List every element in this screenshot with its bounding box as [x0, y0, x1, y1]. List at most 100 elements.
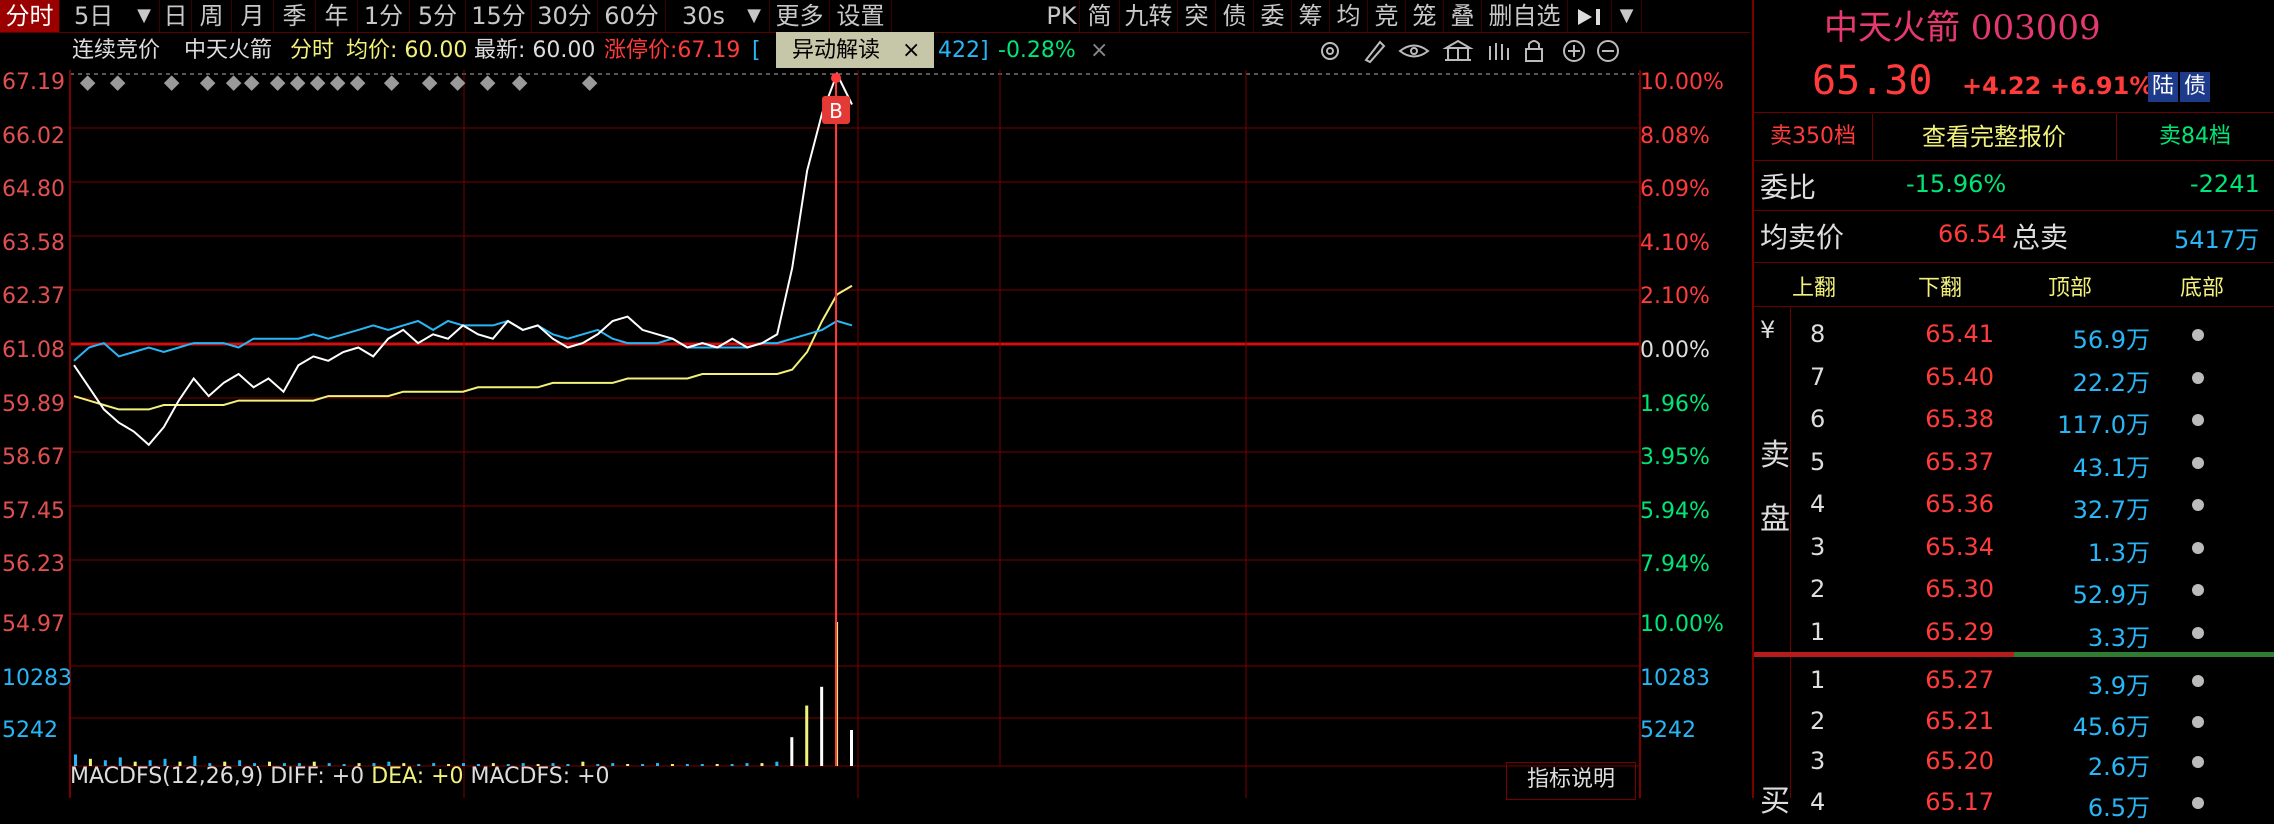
top-button[interactable]: 顶部 [2048, 270, 2092, 302]
ask-row[interactable]: 8 65.41 56.9万 [1790, 314, 2274, 356]
tab-30min[interactable]: 30分 [532, 0, 598, 32]
dot-icon[interactable] [2192, 329, 2204, 341]
tab-15min[interactable]: 15分 [466, 0, 532, 32]
limit-up-readout: 涨停价:67.19 [604, 38, 741, 63]
simple-button[interactable]: 简 [1080, 0, 1120, 32]
close-icon[interactable]: × [1090, 32, 1108, 70]
event-diamond-icon[interactable] [269, 75, 286, 91]
chou-button[interactable]: 筹 [1292, 0, 1330, 32]
close-icon[interactable]: × [902, 32, 920, 70]
dot-icon[interactable] [2192, 626, 2204, 639]
event-diamond-icon[interactable] [309, 75, 326, 91]
overlay-button[interactable]: 叠 [1444, 0, 1482, 32]
tu-button[interactable]: 突 [1178, 0, 1216, 32]
long-button[interactable]: 笼 [1406, 0, 1444, 32]
tab-day[interactable]: 日 [160, 0, 192, 32]
event-diamond-icon[interactable] [421, 75, 438, 91]
tag-bond[interactable]: 债 [2180, 72, 2210, 102]
sell-levels-button[interactable]: 卖350档 [1754, 114, 1873, 160]
dot-icon[interactable] [2192, 541, 2204, 554]
bid-row[interactable]: 4 65.17 6.5万 [1790, 782, 2274, 824]
bid-volume: 3.9万 [2087, 672, 2150, 700]
event-diamond-icon[interactable] [225, 75, 242, 91]
pk-button[interactable]: PK [1044, 0, 1080, 32]
event-diamond-icon[interactable] [383, 75, 400, 91]
page-down-button[interactable]: 下翻 [1918, 270, 1962, 302]
wei-button[interactable]: 委 [1254, 0, 1292, 32]
buy-side-label: 买 [1760, 784, 1790, 819]
dot-icon[interactable] [2192, 414, 2204, 426]
buy-levels-button[interactable]: 卖84档 [2116, 114, 2274, 160]
event-diamond-icon[interactable] [199, 75, 216, 91]
event-diamond-icon[interactable] [449, 75, 466, 91]
ask-row[interactable]: 6 65.38 117.0万 [1790, 399, 2274, 441]
event-diamond-icon[interactable] [163, 75, 180, 91]
zoom-in-icon[interactable] [1563, 40, 1585, 62]
event-diamond-icon[interactable] [243, 75, 260, 91]
ask-row[interactable]: 1 65.29 3.3万 [1790, 612, 2274, 654]
event-diamond-icon[interactable] [349, 75, 366, 91]
remove-watchlist-button[interactable]: 删自选 [1482, 0, 1568, 32]
indicator-help-button[interactable]: 指标说明 [1506, 762, 1636, 800]
dot-icon[interactable] [2192, 675, 2204, 687]
y-tick-left: 67.19 [2, 70, 65, 95]
tab-month[interactable]: 月 [232, 0, 274, 32]
settings-button[interactable]: 设置 [830, 0, 892, 32]
tab-season[interactable]: 季 [274, 0, 316, 32]
bank-icon[interactable] [1442, 39, 1474, 61]
intraday-chart[interactable]: B 67.19 66.02 64.80 63.58 62.37 61.08 59.89 58.… [0, 70, 1750, 800]
event-diamond-icon[interactable] [329, 75, 346, 91]
event-diamond-icon[interactable] [581, 75, 598, 91]
tab-1min[interactable]: 1分 [358, 0, 410, 32]
avg-button[interactable]: 均 [1330, 0, 1368, 32]
dot-icon[interactable] [2192, 796, 2204, 809]
tag-lu[interactable]: 陆 [2148, 72, 2178, 102]
anomaly-popup[interactable]: 异动解读 × [776, 32, 934, 68]
gear-icon[interactable] [1321, 42, 1339, 60]
dot-icon[interactable] [2192, 584, 2204, 596]
collapse-panel-icon[interactable] [1568, 0, 1612, 32]
zoom-out-icon[interactable] [1597, 40, 1619, 62]
event-diamond-icon[interactable] [109, 75, 126, 91]
dot-icon[interactable] [2192, 756, 2204, 768]
volume-bar [626, 764, 630, 766]
more-button[interactable]: 更多 [770, 0, 830, 32]
tab-60min[interactable]: 60分 [598, 0, 666, 32]
lock-icon[interactable] [1525, 40, 1543, 62]
dot-icon[interactable] [2192, 499, 2204, 511]
dot-icon[interactable] [2192, 715, 2204, 728]
chevron-down-icon[interactable]: ▼ [1612, 0, 1642, 32]
event-diamond-icon[interactable] [79, 75, 96, 91]
bottom-button[interactable]: 底部 [2180, 270, 2224, 302]
bond-button[interactable]: 债 [1216, 0, 1254, 32]
eye-icon[interactable] [1398, 44, 1430, 58]
event-diamond-icon[interactable] [479, 75, 496, 91]
buy-marker[interactable]: B [822, 73, 851, 766]
bid-row[interactable]: 2 65.21 45.6万 [1790, 701, 2274, 743]
hand-icon[interactable] [1489, 43, 1509, 60]
ask-row[interactable]: 7 65.40 22.2万 [1790, 357, 2274, 399]
tab-week[interactable]: 周 [192, 0, 232, 32]
jing-button[interactable]: 竞 [1368, 0, 1406, 32]
ask-row[interactable]: 2 65.30 52.9万 [1790, 569, 2274, 611]
ask-row[interactable]: 4 65.36 32.7万 [1790, 484, 2274, 526]
pen-icon[interactable] [1364, 40, 1386, 64]
dot-icon[interactable] [2192, 371, 2204, 384]
tab-5day[interactable]: 5日 ▼ [62, 0, 160, 32]
tab-30s[interactable]: 30s ▼ [666, 0, 770, 32]
ask-volume: 52.9万 [2072, 581, 2150, 609]
y-tick-left: 56.23 [2, 552, 65, 578]
bid-row[interactable]: 3 65.20 2.6万 [1790, 741, 2274, 783]
dot-icon[interactable] [2192, 456, 2204, 469]
bid-row[interactable]: 1 65.27 3.9万 [1790, 660, 2274, 702]
tab-5min[interactable]: 5分 [410, 0, 466, 32]
tab-fenshi[interactable]: 分时 [0, 0, 60, 32]
event-diamond-icon[interactable] [511, 75, 528, 91]
ask-row[interactable]: 3 65.34 1.3万 [1790, 527, 2274, 569]
ask-row[interactable]: 5 65.37 43.1万 [1790, 442, 2274, 484]
tab-year[interactable]: 年 [316, 0, 358, 32]
event-diamond-icon[interactable] [289, 75, 306, 91]
jiuzhuan-button[interactable]: 九转 [1120, 0, 1178, 32]
full-quote-button[interactable]: 查看完整报价 [1872, 114, 2117, 160]
page-up-button[interactable]: 上翻 [1792, 270, 1836, 302]
